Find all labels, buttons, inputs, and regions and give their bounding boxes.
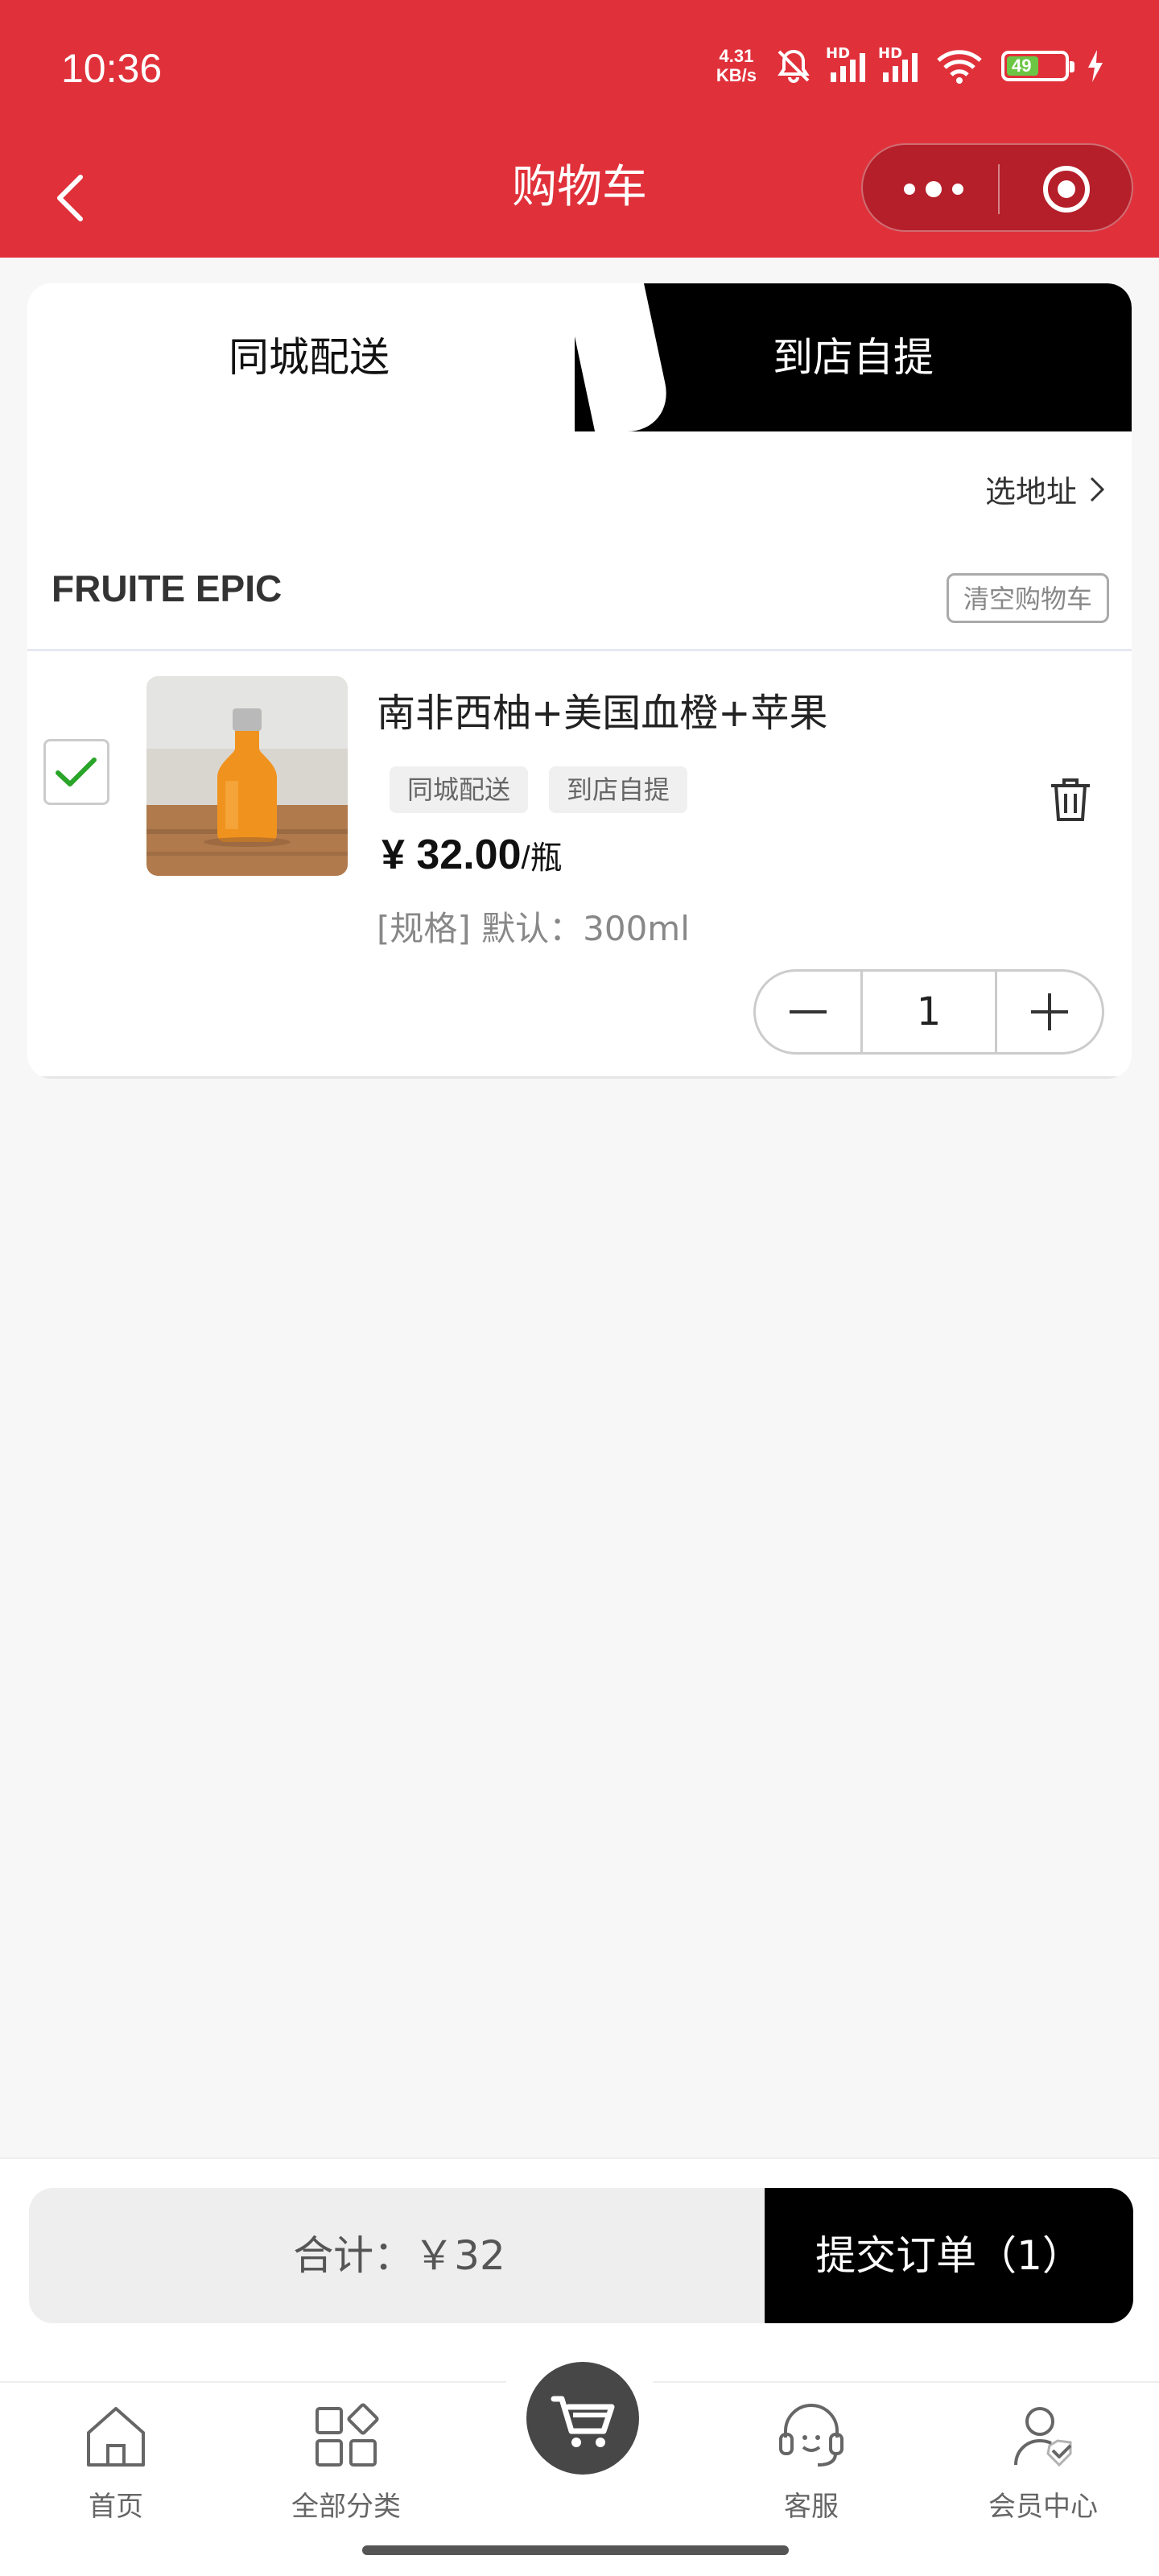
tabbar-label-home: 首页 bbox=[89, 2491, 143, 2523]
signal-1-icon: HD bbox=[826, 45, 865, 82]
mute-bell-icon bbox=[777, 49, 810, 83]
cart-fab-button[interactable] bbox=[526, 2362, 639, 2475]
product-spec: [规格] 默认：300ml bbox=[377, 909, 690, 948]
signal-2-icon: HD bbox=[878, 45, 918, 82]
trash-icon[interactable] bbox=[1050, 776, 1091, 823]
battery-icon: 49 bbox=[1001, 51, 1074, 81]
home-icon bbox=[87, 2407, 145, 2467]
tab-pickup[interactable]: 到店自提 bbox=[575, 283, 1132, 431]
product-price: ¥ 32.00/瓶 bbox=[382, 831, 563, 879]
store-name: FRUITE EPIC bbox=[52, 568, 283, 609]
chevron-right-icon bbox=[1090, 477, 1105, 502]
wifi-icon bbox=[937, 50, 982, 84]
tag-pickup: 到店自提 bbox=[549, 766, 688, 813]
tabbar-label-categories: 全部分类 bbox=[291, 2491, 401, 2523]
charging-icon bbox=[1088, 50, 1103, 82]
minus-icon[interactable] bbox=[756, 972, 860, 1052]
tabbar-item-categories[interactable]: 全部分类 bbox=[250, 2397, 443, 2524]
plus-icon[interactable] bbox=[997, 972, 1102, 1052]
product-image[interactable] bbox=[146, 676, 348, 876]
select-address-label: 选地址 bbox=[984, 474, 1077, 510]
home-indicator[interactable] bbox=[362, 2545, 789, 2555]
submit-order-button[interactable]: 提交订单（1） bbox=[765, 2188, 1133, 2323]
nav-header: 购物车 bbox=[0, 143, 1159, 258]
divider bbox=[27, 649, 1132, 651]
cart-card: 同城配送 到店自提 选地址 FRUITE EPIC 清空购物车 南非西柚+美国血… bbox=[27, 283, 1132, 1079]
more-dots-icon[interactable] bbox=[901, 180, 966, 198]
categories-icon bbox=[316, 2403, 379, 2467]
status-bar: 10:36 4.31 KB/s HD HD 49 bbox=[0, 0, 1159, 143]
network-speed: 4.31 KB/s bbox=[716, 46, 757, 85]
shopping-cart-icon bbox=[551, 2396, 615, 2447]
tabbar-label-service: 客服 bbox=[784, 2491, 839, 2523]
tabbar-item-member[interactable]: 会员中心 bbox=[947, 2397, 1140, 2524]
item-checkbox[interactable] bbox=[43, 739, 109, 805]
total-amount: 合计：￥32 bbox=[29, 2188, 769, 2323]
product-name[interactable]: 南非西柚+美国血橙+苹果 bbox=[377, 681, 827, 737]
quantity-value[interactable]: 1 bbox=[860, 972, 997, 1052]
status-time: 10:36 bbox=[61, 46, 163, 91]
delivery-mode-tabs: 同城配送 到店自提 bbox=[27, 283, 1132, 431]
tab-delivery[interactable]: 同城配送 bbox=[27, 283, 591, 431]
status-icons: 4.31 KB/s HD HD 49 bbox=[716, 45, 1104, 85]
card-bottom-border bbox=[27, 1076, 1132, 1079]
mini-program-capsule bbox=[861, 143, 1133, 232]
tabbar-item-home[interactable]: 首页 bbox=[19, 2397, 212, 2524]
clear-cart-button[interactable]: 清空购物车 bbox=[946, 573, 1109, 623]
capsule-divider bbox=[998, 164, 1000, 214]
checkmark-icon bbox=[56, 758, 97, 786]
price-value: ¥ 32.00 bbox=[382, 832, 522, 878]
battery-level: 49 bbox=[1007, 56, 1038, 76]
tabbar-item-service[interactable]: 客服 bbox=[715, 2397, 908, 2524]
cart-fab-wrapper bbox=[499, 2334, 660, 2496]
select-address-link[interactable]: 选地址 bbox=[985, 467, 1107, 511]
price-unit: /瓶 bbox=[521, 840, 563, 876]
quantity-stepper: 1 bbox=[753, 969, 1104, 1055]
tabbar-label-member: 会员中心 bbox=[988, 2491, 1098, 2523]
member-icon bbox=[1014, 2407, 1072, 2467]
headset-icon bbox=[779, 2404, 843, 2467]
close-target-icon[interactable] bbox=[1041, 164, 1091, 214]
tag-delivery: 同城配送 bbox=[390, 766, 529, 813]
